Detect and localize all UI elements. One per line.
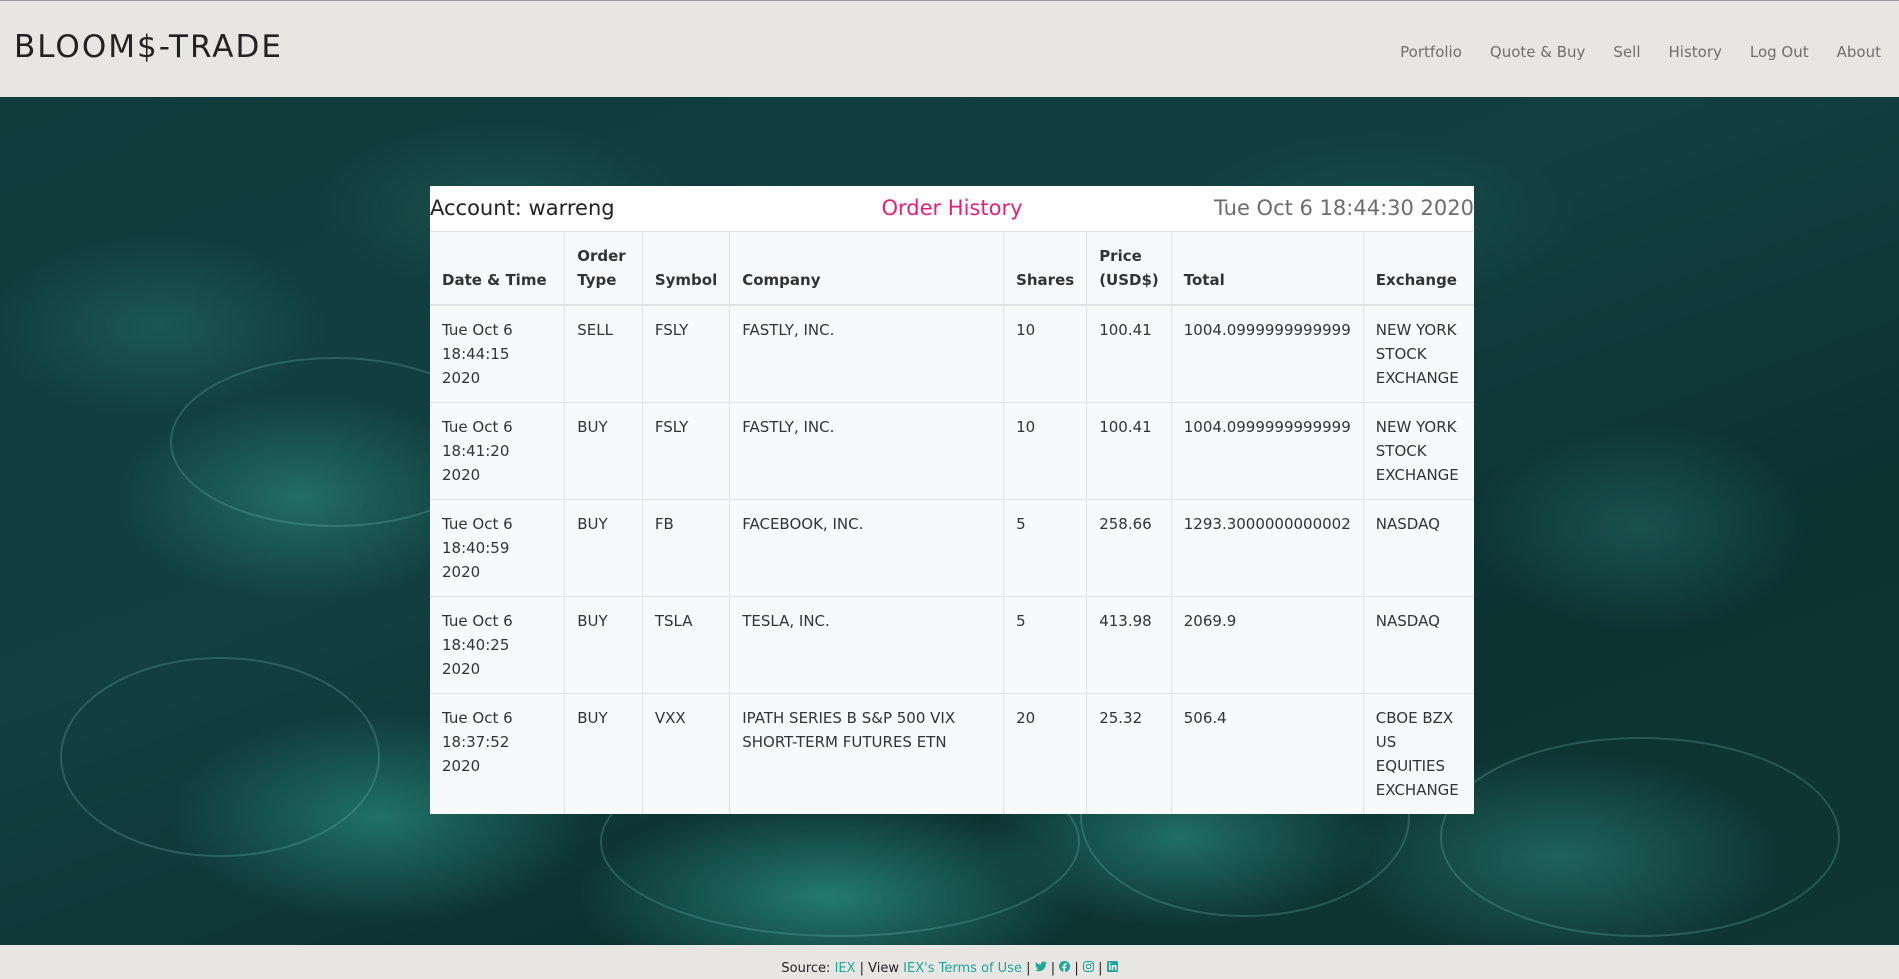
cell-date-time: Tue Oct 6 18:44:15 2020 (430, 304, 566, 403)
separator: | (1074, 961, 1083, 976)
cell-symbol: VXX (642, 693, 731, 814)
cell-company: FASTLY, INC. (729, 402, 1005, 500)
cell-date-time: Tue Oct 6 18:37:52 2020 (430, 693, 566, 814)
cell-price: 100.41 (1086, 402, 1172, 500)
order-history-card: Account: warreng Order History Tue Oct 6… (430, 186, 1474, 814)
cell-order-type: BUY (564, 499, 643, 597)
col-date-time: Date & Time (430, 232, 566, 306)
cell-total: 1004.0999999999999 (1171, 304, 1364, 403)
cell-symbol: FSLY (642, 402, 731, 500)
cell-order-type: SELL (564, 304, 643, 403)
cell-company: FACEBOOK, INC. (729, 499, 1005, 597)
table-row: Tue Oct 6 18:44:15 2020 SELL FSLY FASTLY… (430, 304, 1474, 403)
current-datetime: Tue Oct 6 18:44:30 2020 (1214, 196, 1474, 220)
leaf-decoration (60, 657, 380, 857)
source-label: Source: (781, 961, 835, 976)
cell-date-time: Tue Oct 6 18:41:20 2020 (430, 402, 566, 500)
cell-total: 1293.3000000000002 (1171, 499, 1364, 597)
table-row: Tue Oct 6 18:41:20 2020 BUY FSLY FASTLY,… (430, 402, 1474, 500)
col-shares: Shares (1003, 232, 1088, 306)
leaf-decoration (1440, 737, 1840, 937)
view-label: | View (855, 961, 904, 976)
nav-logout[interactable]: Log Out (1750, 43, 1809, 61)
table-row: Tue Oct 6 18:40:25 2020 BUY TSLA TESLA, … (430, 596, 1474, 694)
cell-price: 25.32 (1086, 693, 1172, 814)
cell-shares: 20 (1003, 693, 1088, 814)
col-order-type: Order Type (564, 232, 643, 306)
cell-total: 2069.9 (1171, 596, 1364, 694)
footer: Source: IEX | View IEX's Terms of Use | … (0, 945, 1899, 979)
cell-price: 100.41 (1086, 304, 1172, 403)
separator: | (1026, 961, 1035, 976)
cell-symbol: FSLY (642, 304, 731, 403)
nav-portfolio[interactable]: Portfolio (1400, 43, 1462, 61)
separator: | (1098, 961, 1107, 976)
cell-price: 258.66 (1086, 499, 1172, 597)
linkedin-icon[interactable] (1106, 961, 1118, 975)
navbar: BLOOM$-TRADE Portfolio Quote & Buy Sell … (0, 0, 1899, 97)
table-row: Tue Oct 6 18:40:59 2020 BUY FB FACEBOOK,… (430, 499, 1474, 597)
twitter-icon[interactable] (1034, 961, 1047, 975)
cell-shares: 10 (1003, 402, 1088, 500)
col-price: Price (USD$) (1086, 232, 1172, 306)
cell-shares: 5 (1003, 596, 1088, 694)
table-row: Tue Oct 6 18:37:52 2020 BUY VXX IPATH SE… (430, 693, 1474, 814)
facebook-icon[interactable] (1059, 961, 1071, 975)
cell-date-time: Tue Oct 6 18:40:25 2020 (430, 596, 566, 694)
cell-exchange: NASDAQ (1363, 596, 1474, 694)
cell-price: 413.98 (1086, 596, 1172, 694)
col-symbol: Symbol (642, 232, 731, 306)
card-header: Account: warreng Order History Tue Oct 6… (430, 186, 1474, 232)
cell-company: TESLA, INC. (729, 596, 1005, 694)
iex-link[interactable]: IEX (835, 961, 856, 976)
col-total: Total (1171, 232, 1364, 306)
nav-sell[interactable]: Sell (1613, 43, 1640, 61)
cell-order-type: BUY (564, 402, 643, 500)
col-company: Company (729, 232, 1005, 306)
separator: | (1050, 961, 1060, 976)
table-header-row: Date & Time Order Type Symbol Company Sh… (430, 232, 1474, 306)
cell-company: IPATH SERIES B S&P 500 VIX SHORT-TERM FU… (729, 693, 1005, 814)
cell-shares: 10 (1003, 304, 1088, 403)
cell-total: 1004.0999999999999 (1171, 402, 1364, 500)
cell-total: 506.4 (1171, 693, 1364, 814)
instagram-icon[interactable] (1082, 961, 1094, 975)
cell-shares: 5 (1003, 499, 1088, 597)
iex-terms-link[interactable]: IEX's Terms of Use (903, 961, 1022, 976)
cell-symbol: FB (642, 499, 731, 597)
cell-exchange: NEW YORK STOCK EXCHANGE (1363, 402, 1474, 500)
cell-company: FASTLY, INC. (729, 304, 1005, 403)
nav-quote-buy[interactable]: Quote & Buy (1490, 43, 1586, 61)
cell-exchange: NASDAQ (1363, 499, 1474, 597)
brand-logo[interactable]: BLOOM$-TRADE (14, 29, 283, 65)
cell-order-type: BUY (564, 693, 643, 814)
cell-symbol: TSLA (642, 596, 731, 694)
cell-order-type: BUY (564, 596, 643, 694)
cell-exchange: NEW YORK STOCK EXCHANGE (1363, 304, 1474, 403)
col-exchange: Exchange (1363, 232, 1474, 306)
order-history-table: Date & Time Order Type Symbol Company Sh… (430, 232, 1474, 814)
cell-exchange: CBOE BZX US EQUITIES EXCHANGE (1363, 693, 1474, 814)
nav-links: Portfolio Quote & Buy Sell History Log O… (1400, 43, 1881, 61)
cell-date-time: Tue Oct 6 18:40:59 2020 (430, 499, 566, 597)
nav-history[interactable]: History (1669, 43, 1722, 61)
nav-about[interactable]: About (1837, 43, 1881, 61)
